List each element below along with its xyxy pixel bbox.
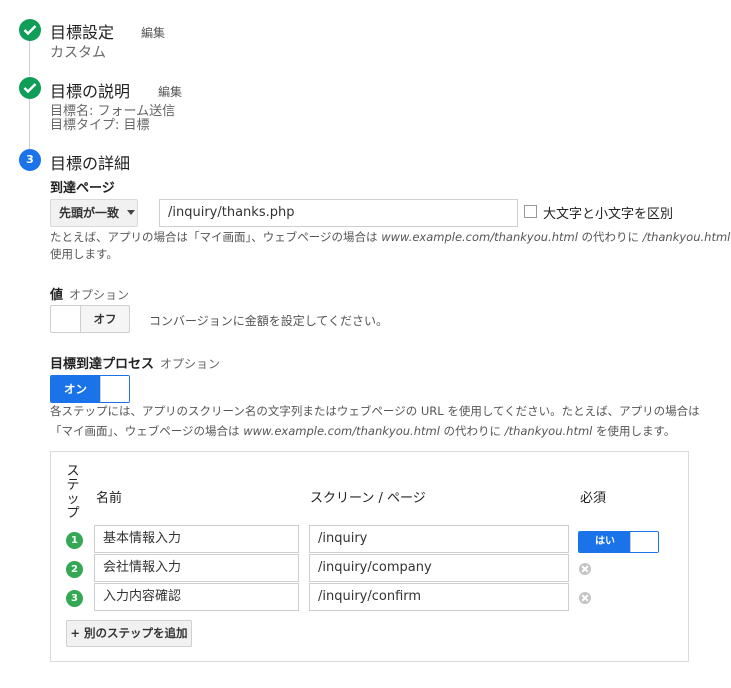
add-step-button[interactable]: + 別のステップを追加 <box>66 620 192 647</box>
required-column-header: 必須 <box>580 491 607 506</box>
funnel-help-text-line2: 「マイ画面」、ウェブページの場合は www.example.com/thanky… <box>50 424 676 438</box>
funnel-toggle-label: オン <box>51 376 100 402</box>
required-toggle-label: はい <box>579 532 631 552</box>
edit-goal-setup-link[interactable]: 編集 <box>141 24 165 41</box>
step-page-input[interactable]: /inquiry/confirm <box>309 583 569 611</box>
value-label: 値オプション <box>50 288 130 303</box>
funnel-help-text: 各ステップには、アプリのスクリーン名の文字列またはウェブページの URL を使用… <box>50 404 700 418</box>
step-number-badge: 2 <box>66 561 83 578</box>
value-toggle[interactable]: オフ <box>50 305 130 333</box>
completed-check-icon <box>19 19 41 41</box>
destination-help-text-line2: 使用します。 <box>50 247 118 261</box>
toggle-knob <box>630 532 658 552</box>
match-type-value: 先頭が一致 <box>59 206 120 220</box>
step-name-input[interactable]: 入力内容確認 <box>94 583 299 611</box>
destination-help-text: たとえば、アプリの場合は「マイ画面」、ウェブページの場合は www.exampl… <box>50 230 731 244</box>
edit-goal-description-link[interactable]: 編集 <box>158 83 182 100</box>
active-step-number-icon: 3 <box>19 149 41 171</box>
step-page-input[interactable]: /inquiry <box>309 525 569 553</box>
destination-label: 到達ページ <box>50 181 115 196</box>
funnel-toggle[interactable]: オン <box>50 375 130 403</box>
step-column-header: ステップ <box>66 464 80 521</box>
match-type-dropdown[interactable]: 先頭が一致 <box>50 199 138 227</box>
value-description: コンバージョンに金額を設定してください。 <box>149 314 389 328</box>
required-toggle[interactable]: はい <box>578 531 659 553</box>
step-title-goal-setup: 目標設定 <box>50 23 115 42</box>
funnel-label: 目標到達プロセス オプション <box>50 357 221 372</box>
remove-step-icon[interactable] <box>579 563 591 575</box>
toggle-knob <box>100 376 129 402</box>
name-column-header: 名前 <box>96 491 123 506</box>
goal-setup-summary: カスタム <box>50 45 106 61</box>
chevron-down-icon <box>127 210 136 215</box>
goal-name-summary: 目標名: フォーム送信 <box>50 104 176 119</box>
toggle-knob <box>51 306 81 332</box>
progress-line <box>29 40 30 76</box>
step-title-goal-details: 目標の詳細 <box>50 154 131 173</box>
step-number-badge: 1 <box>66 532 83 549</box>
remove-step-icon[interactable] <box>579 592 591 604</box>
case-sensitive-label: 大文字と小文字を区別 <box>543 207 674 222</box>
step-page-input[interactable]: /inquiry/company <box>309 554 569 582</box>
value-toggle-label: オフ <box>93 312 117 326</box>
progress-line <box>29 98 30 150</box>
screen-column-header: スクリーン / ページ <box>310 491 426 506</box>
destination-input[interactable]: /inquiry/thanks.php <box>159 199 518 227</box>
step-number-badge: 3 <box>66 590 83 607</box>
step-name-input[interactable]: 会社情報入力 <box>94 554 299 582</box>
case-sensitive-checkbox[interactable] <box>524 205 537 218</box>
completed-check-icon <box>19 77 41 99</box>
step-name-input[interactable]: 基本情報入力 <box>94 525 299 553</box>
step-title-goal-description: 目標の説明 <box>50 82 131 101</box>
goal-type-summary: 目標タイプ: 目標 <box>50 118 150 133</box>
